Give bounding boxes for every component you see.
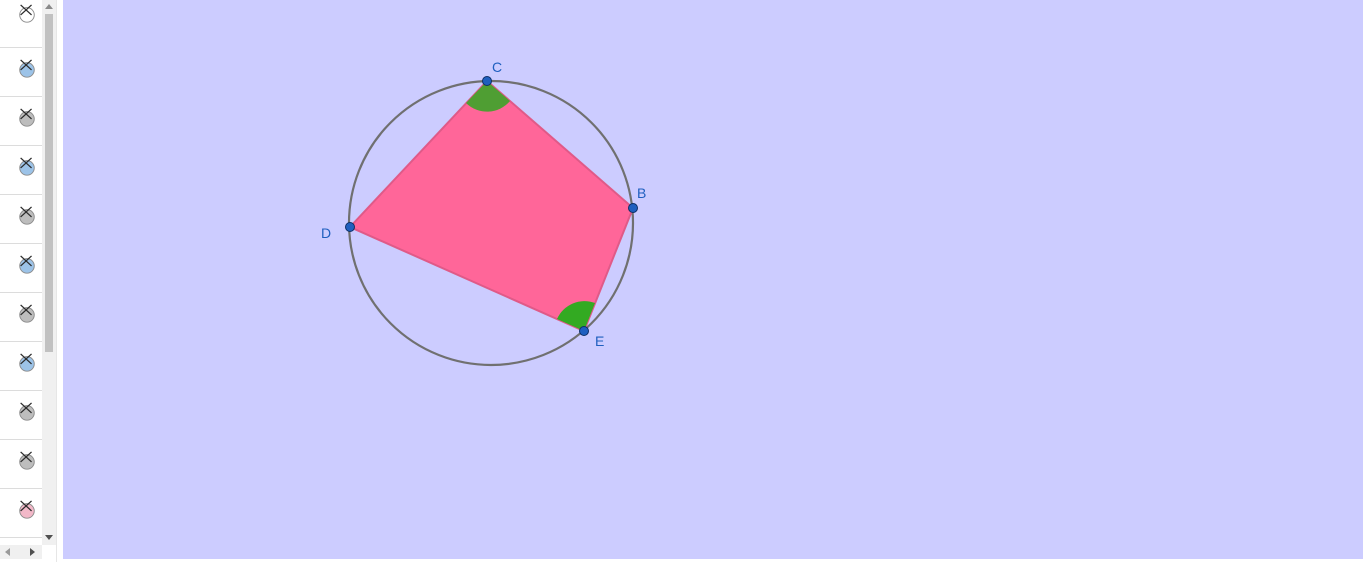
graphics-canvas[interactable]: C B D E <box>63 0 1363 559</box>
point-e[interactable] <box>579 326 589 336</box>
algebra-row[interactable] <box>0 490 42 538</box>
label-e: E <box>595 333 604 349</box>
view-splitter[interactable] <box>56 0 63 562</box>
scroll-left-icon[interactable] <box>5 548 10 556</box>
scrollbar-thumb[interactable] <box>45 14 53 352</box>
visibility-toggle-icon[interactable] <box>17 157 37 177</box>
visibility-toggle-icon[interactable] <box>17 206 37 226</box>
visibility-toggle-icon[interactable] <box>17 255 37 275</box>
visibility-toggle-icon[interactable] <box>17 451 37 471</box>
visibility-toggle-icon[interactable] <box>17 59 37 79</box>
label-b: B <box>637 185 646 201</box>
graphics-view[interactable]: C B D E <box>63 0 1363 559</box>
visibility-toggle-icon[interactable] <box>17 4 37 24</box>
graphics-background <box>63 0 1363 559</box>
algebra-row[interactable] <box>0 147 42 195</box>
visibility-toggle-icon[interactable] <box>17 304 37 324</box>
visibility-toggle-icon[interactable] <box>17 108 37 128</box>
algebra-row[interactable] <box>0 343 42 391</box>
point-c[interactable] <box>482 76 492 86</box>
visibility-toggle-icon[interactable] <box>17 353 37 373</box>
algebra-row[interactable] <box>0 0 42 48</box>
algebra-row[interactable] <box>0 98 42 146</box>
point-d[interactable] <box>345 222 355 232</box>
label-d: D <box>321 225 331 241</box>
point-b[interactable] <box>628 203 638 213</box>
algebra-row[interactable] <box>0 196 42 244</box>
algebra-row[interactable] <box>0 441 42 489</box>
algebra-row[interactable] <box>0 294 42 342</box>
label-c: C <box>492 59 502 75</box>
horizontal-scrollbar[interactable] <box>0 545 42 559</box>
algebra-row[interactable] <box>0 245 42 293</box>
scroll-down-icon[interactable] <box>45 535 53 540</box>
scroll-up-icon[interactable] <box>45 4 53 9</box>
visibility-toggle-icon[interactable] <box>17 500 37 520</box>
scroll-right-icon[interactable] <box>30 548 35 556</box>
algebra-row[interactable] <box>0 392 42 440</box>
vertical-scrollbar[interactable] <box>42 0 56 545</box>
algebra-view <box>0 0 56 562</box>
algebra-row[interactable] <box>0 49 42 97</box>
visibility-toggle-icon[interactable] <box>17 402 37 422</box>
